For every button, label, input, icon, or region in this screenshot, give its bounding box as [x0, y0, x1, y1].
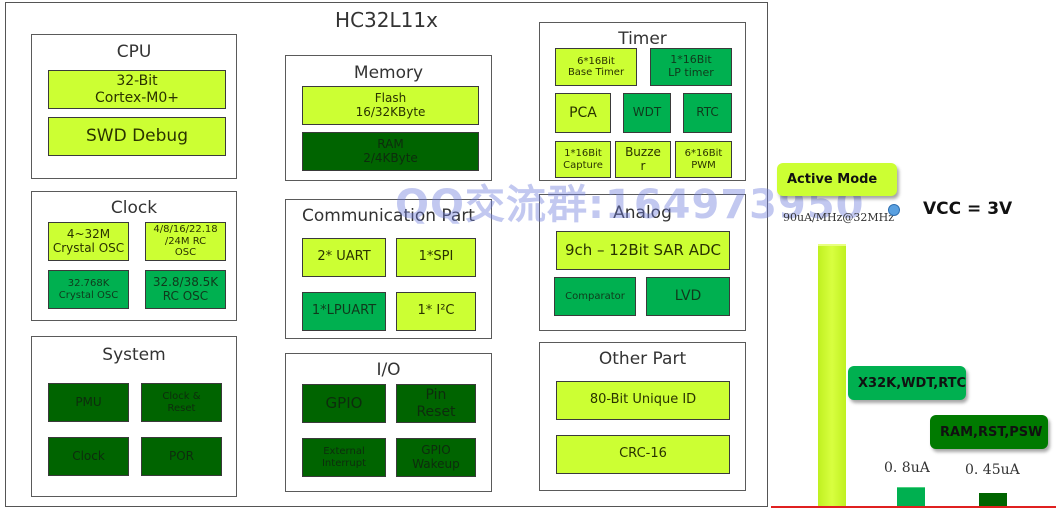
block-lp-timer: 1*16Bit LP timer	[650, 48, 732, 86]
group-title: Timer	[618, 29, 667, 49]
block-clock: Clock	[48, 437, 129, 476]
group-communication: Communication Part 2* UART 1*SPI 1*LPUAR…	[285, 199, 492, 339]
block-swd-debug: SWD Debug	[48, 117, 226, 156]
group-title: Memory	[353, 63, 424, 83]
bar-ram-mode	[979, 493, 1007, 506]
block-por: POR	[141, 437, 222, 476]
block-crc16: CRC-16	[556, 435, 730, 474]
group-system: System PMU Clock & Reset Clock POR	[31, 336, 237, 497]
block-gpio-wakeup: GPIO Wakeup	[396, 438, 476, 477]
block-cortex-m0: 32-Bit Cortex-M0+	[48, 70, 226, 109]
vcc-indicator-dot-icon	[888, 204, 900, 216]
vcc-label: VCC = 3V	[923, 199, 1013, 219]
block-pin-reset: Pin Reset	[396, 384, 476, 423]
block-32k-crystal: 32.768K Crystal OSC	[48, 270, 129, 309]
block-32k-rc: 32.8/38.5K RC OSC	[145, 270, 226, 309]
block-lvd: LVD	[646, 277, 730, 316]
block-buzzer: Buzze r	[615, 141, 671, 178]
group-other: Other Part 80-Bit Unique ID CRC-16	[539, 342, 746, 491]
group-title: Analog	[613, 203, 672, 223]
block-external-interrupt: External Interrupt	[302, 438, 386, 477]
group-title: Other Part	[598, 349, 687, 369]
group-cpu: CPU 32-Bit Cortex-M0+ SWD Debug	[31, 34, 237, 179]
block-adc: 9ch – 12Bit SAR ADC	[556, 231, 730, 270]
group-title: I/O	[376, 360, 401, 380]
block-comparator: Comparator	[554, 277, 636, 316]
block-gpio: GPIO	[302, 384, 386, 423]
block-pca: PCA	[555, 93, 611, 133]
group-title: Clock	[110, 198, 158, 218]
bar-x32k-mode	[897, 487, 925, 506]
group-memory: Memory Flash 16/32KByte RAM 2/4KByte	[285, 55, 492, 181]
block-lpuart: 1*LPUART	[302, 292, 386, 331]
mode-label-active: Active Mode	[777, 163, 897, 196]
block-capture: 1*16Bit Capture	[555, 141, 611, 178]
block-unique-id: 80-Bit Unique ID	[556, 381, 730, 420]
block-pwm: 6*16Bit PWM	[675, 141, 732, 178]
group-title: Communication Part	[302, 206, 475, 226]
block-flash: Flash 16/32KByte	[302, 86, 479, 125]
mode-value-x32k: 0. 8uA	[884, 460, 930, 476]
block-crystal-osc: 4~32M Crystal OSC	[48, 222, 129, 261]
mode-value-ram: 0. 45uA	[965, 462, 1020, 478]
block-rc-osc: 4/8/16/22.18 /24M RC OSC	[145, 222, 226, 261]
bar-active-mode	[818, 244, 846, 506]
group-io: I/O GPIO Pin Reset External Interrupt GP…	[285, 353, 492, 492]
block-spi: 1*SPI	[396, 238, 476, 277]
group-clock: Clock 4~32M Crystal OSC 4/8/16/22.18 /24…	[31, 191, 237, 321]
block-ram: RAM 2/4KByte	[302, 132, 479, 171]
mode-label-x32k: X32K,WDT,RTC	[848, 366, 966, 400]
block-rtc: RTC	[683, 93, 732, 133]
baseline-axis	[771, 506, 1056, 508]
group-analog: Analog 9ch – 12Bit SAR ADC Comparator LV…	[539, 194, 746, 331]
block-wdt: WDT	[623, 93, 671, 133]
group-title: CPU	[116, 42, 152, 62]
block-base-timer: 6*16Bit Base Timer	[555, 48, 637, 86]
block-uart: 2* UART	[302, 238, 386, 277]
group-timer: Timer 6*16Bit Base Timer 1*16Bit LP time…	[539, 22, 746, 181]
block-clock-reset: Clock & Reset	[141, 383, 222, 422]
block-i2c: 1* I²C	[396, 292, 476, 331]
group-title: System	[102, 345, 166, 365]
mode-value-active: 90uA/MHz@32MHz	[783, 211, 895, 224]
mode-label-ram: RAM,RST,PSW	[930, 415, 1048, 449]
block-pmu: PMU	[48, 383, 129, 422]
